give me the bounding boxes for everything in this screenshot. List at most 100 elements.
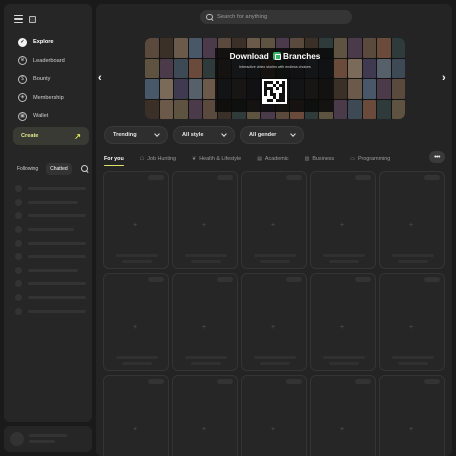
main-panel: ‹ › Download Branches Interactive video … <box>96 4 452 456</box>
tag-placeholder <box>424 379 440 384</box>
tag-placeholder <box>424 277 440 282</box>
tab-category[interactable]: ▥ Business <box>305 156 335 162</box>
story-card[interactable]: + <box>241 273 307 371</box>
story-card[interactable]: + <box>379 171 445 269</box>
filter-style[interactable]: All style <box>173 126 235 144</box>
list-item[interactable] <box>15 264 89 278</box>
briefcase-icon: ☖ <box>139 156 145 162</box>
avatar-placeholder <box>15 307 22 315</box>
tab-category[interactable]: ▭ Programming <box>350 156 390 162</box>
chevron-right-icon[interactable]: › <box>442 72 446 84</box>
sidebar-item-membership[interactable]: ◈ Membership <box>8 89 88 108</box>
thumbnail-image <box>145 99 159 119</box>
tag-placeholder <box>355 175 371 180</box>
chevron-left-icon[interactable]: ‹ <box>98 72 102 84</box>
tab-following[interactable]: Following <box>13 163 42 175</box>
title-placeholder <box>323 356 365 359</box>
chevron-down-icon <box>221 131 227 137</box>
sidebar-item-leaderboard[interactable]: ♛ Leaderboard <box>8 52 88 71</box>
menu-icon[interactable] <box>14 15 23 23</box>
logo-image[interactable] <box>29 15 36 23</box>
thumbnail-image <box>377 99 391 119</box>
title-placeholder <box>116 254 158 257</box>
sidebar-item-label: Membership <box>33 94 64 101</box>
create-button[interactable]: Create ↗ <box>13 127 89 145</box>
story-card[interactable]: + <box>379 273 445 371</box>
promo-banner[interactable]: Download Branches Interactive video stor… <box>145 38 405 119</box>
story-card[interactable]: + <box>103 273 169 371</box>
sidebar-item-bounty[interactable]: $ Bounty <box>8 70 88 89</box>
tag-placeholder <box>286 379 302 384</box>
story-card[interactable]: + <box>241 171 307 269</box>
code-icon: ▭ <box>350 156 355 162</box>
list-item[interactable] <box>15 182 89 196</box>
story-card[interactable]: + <box>379 375 445 456</box>
list-item[interactable] <box>15 236 89 250</box>
search-input[interactable] <box>217 14 337 20</box>
tag-placeholder <box>355 277 371 282</box>
sidebar-item-label: Bounty <box>33 76 51 83</box>
avatar-placeholder <box>15 266 22 274</box>
text-placeholder <box>28 296 86 300</box>
thumbnail-image <box>333 99 347 119</box>
tag-placeholder <box>217 175 233 180</box>
thumbnail-image <box>174 99 188 119</box>
category-tabs: For you ☖ Job Hunting ❦ Health & Lifestyle ▤ A… <box>104 152 424 166</box>
avatar <box>10 432 24 446</box>
title-placeholder <box>254 254 296 257</box>
sidebar-item-label: Leaderboard <box>33 57 65 64</box>
filter-label: All style <box>182 132 204 138</box>
branches-logo-icon <box>273 52 282 60</box>
tab-category[interactable]: ☖ Job Hunting <box>140 156 176 162</box>
user-meta-placeholder <box>29 440 55 443</box>
dollar-icon: $ <box>18 74 27 84</box>
user-profile[interactable] <box>4 426 92 452</box>
story-card[interactable]: + <box>310 375 376 456</box>
sidebar-item-label: Explore <box>33 39 54 46</box>
story-card[interactable]: + <box>172 375 238 456</box>
list-item[interactable] <box>15 223 89 237</box>
sidebar-item-explore[interactable]: ✓ Explore <box>8 33 88 52</box>
meta-placeholder <box>398 362 428 365</box>
plus-icon: + <box>271 426 276 433</box>
text-placeholder <box>28 228 74 232</box>
banner-title: Download Branches <box>145 52 405 61</box>
search-bar[interactable] <box>200 10 352 24</box>
tab-category[interactable]: ▤ Academic <box>257 156 288 162</box>
filter-trending[interactable]: Trending <box>104 126 168 144</box>
chat-list <box>15 182 89 318</box>
story-card[interactable]: + <box>103 375 169 456</box>
tab-category[interactable]: ❦ Health & Lifestyle <box>192 156 241 162</box>
thumbnail-image <box>391 99 405 119</box>
tab-chatted[interactable]: Chatted <box>46 163 72 175</box>
title-placeholder <box>185 254 227 257</box>
story-card[interactable]: + <box>103 171 169 269</box>
sidebar-item-wallet[interactable]: ▣ Wallet <box>8 107 88 126</box>
banner-title-part1: Download <box>229 52 269 61</box>
list-item[interactable] <box>15 196 89 210</box>
tab-label: For you <box>104 156 124 162</box>
meta-placeholder <box>122 362 152 365</box>
search-icon[interactable] <box>81 165 89 173</box>
story-card[interactable]: + <box>310 273 376 371</box>
avatar-placeholder <box>15 212 22 220</box>
list-item[interactable] <box>15 304 89 318</box>
story-card[interactable]: + <box>172 171 238 269</box>
filter-gender[interactable]: All gender <box>240 126 304 144</box>
story-card[interactable]: + <box>241 375 307 456</box>
story-card[interactable]: + <box>172 273 238 371</box>
plus-icon: + <box>340 426 345 433</box>
list-item[interactable] <box>15 209 89 223</box>
list-item[interactable] <box>15 250 89 264</box>
tab-category[interactable]: For you <box>104 156 124 166</box>
thumbnail-image <box>362 99 376 119</box>
list-item[interactable] <box>15 277 89 291</box>
avatar-placeholder <box>15 253 22 261</box>
tag-placeholder <box>148 277 164 282</box>
list-item[interactable] <box>15 291 89 305</box>
avatar-placeholder <box>15 294 22 302</box>
thumbnail-image <box>174 79 188 99</box>
more-icon[interactable]: ••• <box>429 151 445 163</box>
story-card[interactable]: + <box>310 171 376 269</box>
avatar-placeholder <box>15 280 22 288</box>
